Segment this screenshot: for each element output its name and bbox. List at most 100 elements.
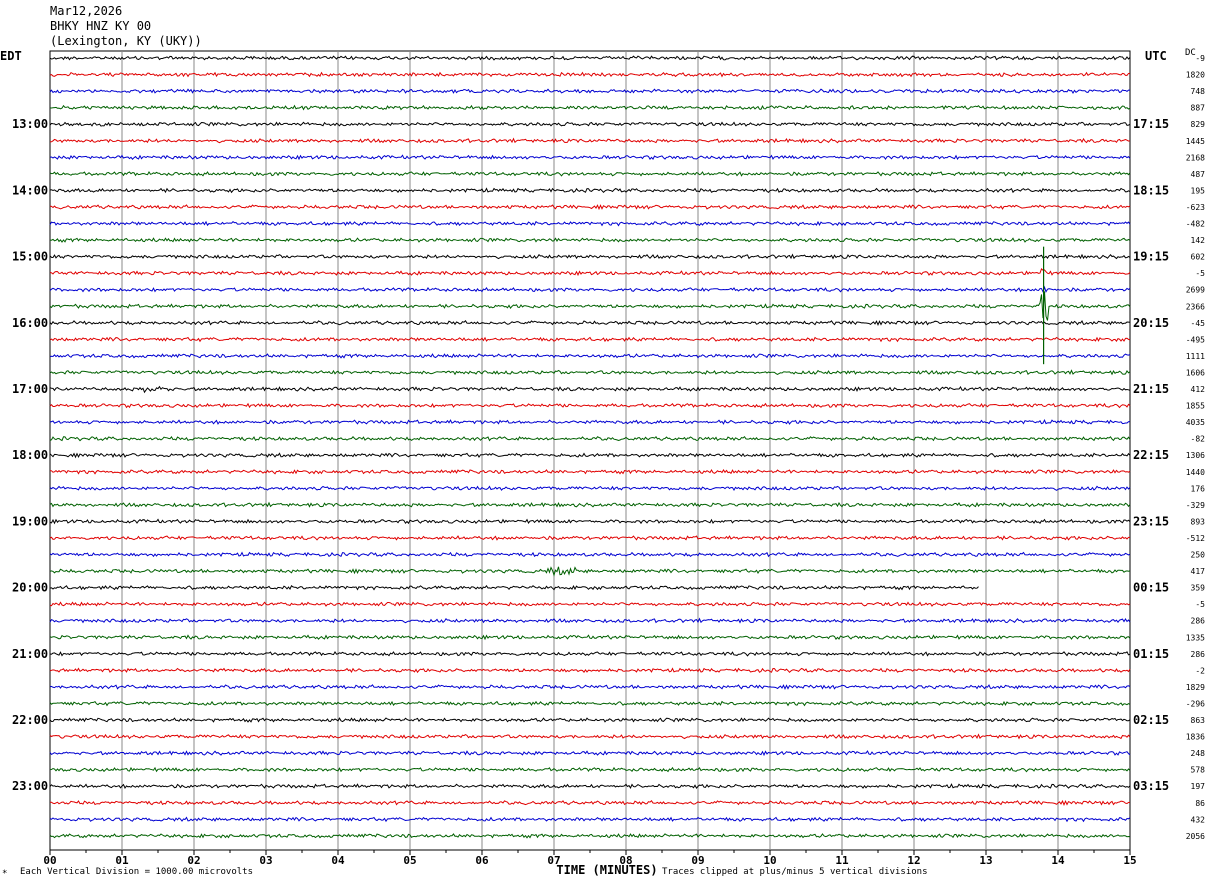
trace-row xyxy=(49,88,1130,94)
right-hour-label: 20:15 xyxy=(1133,316,1169,330)
trace-row xyxy=(49,684,1131,691)
trace-row xyxy=(49,237,1131,243)
dc-offset-label: 176 xyxy=(1191,484,1206,493)
dc-offset-label: -482 xyxy=(1186,220,1205,229)
scale-note: Each Vertical Division = 1000.00 microvo… xyxy=(20,867,253,877)
dc-offset-label: 1820 xyxy=(1186,71,1205,80)
dc-offset-label: 286 xyxy=(1191,617,1206,626)
dc-offset-label: 578 xyxy=(1191,766,1206,775)
dc-offset-label: 86 xyxy=(1195,799,1205,808)
right-hour-label: 19:15 xyxy=(1133,250,1169,264)
left-hour-label: 21:00 xyxy=(12,647,48,661)
seismogram-chart: 00 01 02 03 04 05 06 07 08 09 10 11 12 13 14 15TIME (MI… xyxy=(12,50,1206,877)
trace-row xyxy=(49,204,1131,211)
dc-offset-label: -5 xyxy=(1195,269,1205,278)
trace-row xyxy=(49,667,1131,674)
x-tick-label: 13 xyxy=(979,854,992,867)
trace-row xyxy=(49,154,1131,161)
x-tick-label: 03 xyxy=(259,854,272,867)
trace-row xyxy=(50,104,1131,111)
x-tick-label: 14 xyxy=(1051,854,1065,867)
left-hour-label: 19:00 xyxy=(12,514,48,528)
dc-offset-label: 1440 xyxy=(1186,468,1205,477)
trace-row xyxy=(49,171,1131,177)
trace-row xyxy=(49,435,1131,442)
dc-offset-label: -329 xyxy=(1186,501,1205,510)
x-tick-label: 09 xyxy=(691,854,704,867)
dc-offset-label: 4035 xyxy=(1186,418,1205,427)
trace-row xyxy=(49,137,1131,144)
left-hour-label: 22:00 xyxy=(12,713,48,727)
trace-row xyxy=(49,285,1131,294)
trace-row xyxy=(49,253,1131,260)
x-tick-label: 02 xyxy=(187,854,200,867)
dc-offset-label: -623 xyxy=(1186,203,1205,212)
dc-offset-label: -9 xyxy=(1195,54,1205,63)
left-hour-label: 23:00 xyxy=(12,779,48,793)
left-hour-label: 15:00 xyxy=(12,250,48,264)
right-hour-label: 01:15 xyxy=(1133,647,1169,661)
trace-row xyxy=(49,55,1131,61)
dc-offset-label: 2056 xyxy=(1186,832,1205,841)
trace-row xyxy=(49,551,1131,558)
trace-row xyxy=(49,651,1131,657)
x-tick-label: 15 xyxy=(1123,854,1136,867)
trace-row xyxy=(49,766,1131,773)
trace-row xyxy=(49,634,1131,641)
x-tick-label: 12 xyxy=(907,854,920,867)
dc-offset-label: 412 xyxy=(1191,385,1206,394)
trace-row xyxy=(49,336,1131,343)
trace-row xyxy=(49,750,1131,757)
trace-row xyxy=(49,816,1131,823)
right-hour-label: 00:15 xyxy=(1133,581,1169,595)
trace-row xyxy=(49,291,1131,321)
trace-row xyxy=(49,833,1131,839)
trace-row xyxy=(49,601,1131,607)
left-hour-label: 18:00 xyxy=(12,448,48,462)
dc-offset-label: 829 xyxy=(1191,120,1206,129)
trace-row xyxy=(49,187,1131,194)
dc-offset-label: 417 xyxy=(1191,567,1206,576)
dc-offset-label: 487 xyxy=(1191,170,1206,179)
footer-mark: * xyxy=(2,869,8,879)
x-tick-label: 11 xyxy=(835,854,849,867)
left-hour-label: 20:00 xyxy=(12,581,48,595)
dc-offset-label: -5 xyxy=(1195,600,1205,609)
trace-row xyxy=(49,733,1131,740)
trace-row xyxy=(49,584,979,591)
dc-offset-label: 887 xyxy=(1191,104,1206,113)
trace-row xyxy=(49,369,1131,376)
dc-offset-label: 863 xyxy=(1191,716,1206,725)
trace-row xyxy=(49,485,1131,491)
dc-offset-label: 893 xyxy=(1191,517,1206,526)
dc-offset-label: 250 xyxy=(1191,551,1206,560)
dc-offset-label: 2366 xyxy=(1186,302,1205,311)
trace-row xyxy=(49,783,1131,790)
dc-offset-label: 1335 xyxy=(1186,633,1205,642)
x-tick-label: 05 xyxy=(403,854,416,867)
x-axis-title: TIME (MINUTES) xyxy=(556,863,657,877)
dc-offset-label: 432 xyxy=(1191,815,1206,824)
trace-row xyxy=(49,700,1131,707)
dc-offset-label: 1606 xyxy=(1186,368,1205,377)
dc-offset-label: 197 xyxy=(1191,782,1206,791)
trace-row xyxy=(49,717,1131,723)
dc-offset-label: 286 xyxy=(1191,650,1206,659)
dc-offset-label: 748 xyxy=(1191,87,1206,96)
dc-offset-label: 195 xyxy=(1191,186,1206,195)
dc-offset-label: 2699 xyxy=(1186,286,1205,295)
dc-offset-label: 1306 xyxy=(1186,451,1205,460)
x-tick-label: 10 xyxy=(763,854,776,867)
trace-row xyxy=(49,518,1131,525)
dc-offset-label: 1855 xyxy=(1186,402,1205,411)
clip-note: Traces clipped at plus/minus 5 vertical … xyxy=(662,867,928,877)
plot-frame xyxy=(49,50,1131,851)
trace-row xyxy=(49,419,1131,425)
right-hour-label: 22:15 xyxy=(1133,448,1169,462)
dc-offset-label: 602 xyxy=(1191,253,1206,262)
dc-offset-label: 1445 xyxy=(1186,137,1205,146)
right-hour-label: 02:15 xyxy=(1133,713,1169,727)
dc-offset-label: 1829 xyxy=(1186,683,1205,692)
dc-offset-label: 1111 xyxy=(1186,352,1205,361)
trace-row xyxy=(49,320,1131,326)
